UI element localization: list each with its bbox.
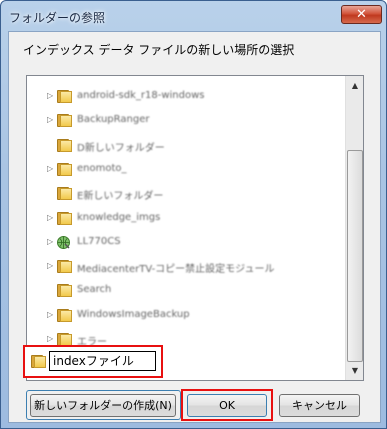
folder-icon: [57, 259, 73, 274]
folder-icon: [57, 332, 73, 346]
tree-item[interactable]: ▷ BackupRanger: [27, 110, 343, 131]
expand-arrow-icon[interactable]: ▷: [47, 115, 55, 125]
tree-item-label: LL770CS: [77, 235, 121, 247]
dialog-window: フォルダーの参照 ✕ インデックス データ ファイルの新しい場所の選択 ▷ and…: [0, 0, 387, 429]
tree-item[interactable]: D新しいフォルダー: [27, 135, 343, 156]
tree-item-label: Search: [77, 284, 112, 296]
expand-arrow-icon[interactable]: ▷: [47, 237, 55, 247]
dialog-title: フォルダーの参照: [9, 11, 106, 25]
tree-item-label: knowledge_imgs: [77, 211, 161, 223]
tree-item-label: android-sdk_r18-windows: [77, 90, 205, 101]
folder-icon: [57, 113, 73, 128]
expand-arrow-icon[interactable]: ▷: [47, 310, 55, 320]
vertical-scrollbar[interactable]: ▲ ▼: [345, 76, 363, 380]
tree-item[interactable]: ▷ LL770CS: [27, 232, 343, 253]
instruction-text: インデックス データ ファイルの新しい場所の選択: [23, 43, 295, 57]
expand-arrow-icon[interactable]: [47, 188, 55, 198]
folder-icon: [31, 354, 47, 368]
tree-item[interactable]: ▷ enomoto_: [27, 159, 343, 180]
expand-arrow-icon[interactable]: ▷: [47, 91, 55, 101]
tree-item[interactable]: ▷ MediacenterTV-コピー禁止設定モジュール: [27, 256, 343, 277]
tree-item[interactable]: ▷ knowledge_imgs: [27, 208, 343, 229]
folder-icon: [57, 162, 73, 176]
tree-item[interactable]: Search: [27, 280, 343, 301]
scroll-thumb[interactable]: [347, 150, 363, 362]
ok-button[interactable]: OK: [187, 394, 267, 417]
folder-name-input[interactable]: indexファイル: [49, 351, 156, 371]
cancel-button[interactable]: キャンセル: [279, 394, 360, 417]
expand-arrow-icon[interactable]: ▷: [47, 164, 55, 174]
title-bar[interactable]: フォルダーの参照 ✕: [1, 1, 386, 31]
tree-item-label: MediacenterTV-コピー禁止設定モジュール: [77, 264, 275, 276]
folder-icon: [57, 211, 73, 225]
globe-icon: [56, 235, 71, 250]
tree-item-label: BackupRanger: [77, 114, 150, 126]
tree-item[interactable]: ▷ WindowsImageBackup: [27, 305, 343, 326]
tree-item-label: enomoto_: [77, 162, 127, 174]
tree-item[interactable]: ▷ android-sdk_r18-windows: [27, 86, 343, 107]
scroll-down-arrow[interactable]: ▼: [347, 362, 363, 379]
tree-item-label: WindowsImageBackup: [77, 308, 190, 320]
expand-arrow-icon[interactable]: ▷: [47, 261, 55, 271]
expand-arrow-icon[interactable]: [47, 140, 55, 150]
tree-item-label: E新しいフォルダー: [77, 191, 164, 203]
scroll-up-arrow[interactable]: ▲: [347, 77, 363, 94]
rename-highlight: indexファイル: [23, 345, 163, 378]
tree-item[interactable]: E新しいフォルダー: [27, 183, 343, 204]
expand-arrow-icon[interactable]: [47, 285, 55, 295]
close-button[interactable]: ✕: [341, 5, 382, 24]
tree-item-label: D新しいフォルダー: [77, 142, 165, 154]
folder-icon: [57, 308, 73, 322]
folder-tree[interactable]: ▷ android-sdk_r18-windows ▷ BackupRanger D新し…: [26, 75, 364, 381]
new-folder-button[interactable]: 新しいフォルダーの作成(N): [30, 394, 176, 417]
folder-icon: [57, 138, 73, 152]
folder-icon: [57, 283, 73, 298]
folder-icon: [57, 89, 73, 103]
expand-arrow-icon[interactable]: ▷: [47, 334, 55, 344]
expand-arrow-icon[interactable]: ▷: [47, 213, 55, 223]
folder-icon: [57, 186, 73, 201]
